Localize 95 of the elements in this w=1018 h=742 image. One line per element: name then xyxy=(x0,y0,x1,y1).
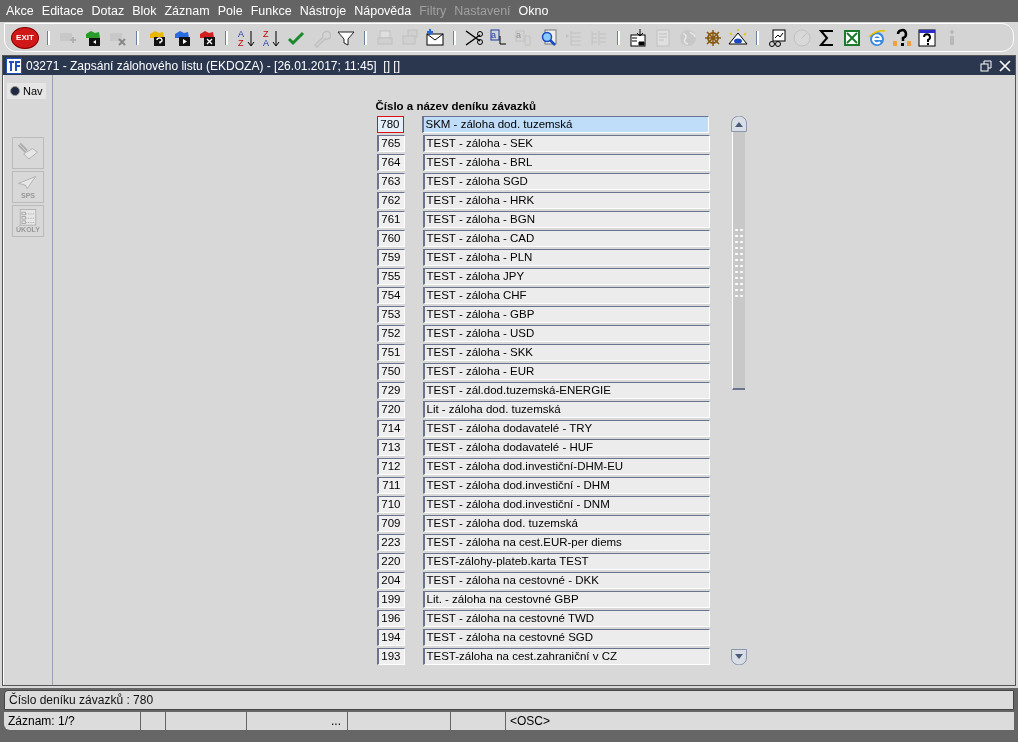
number-field[interactable]: 199 xyxy=(376,591,405,608)
window-title: 03271 - Zapsání zálohového listu (EKDOZA) - [26.01.2017; 11:45] [] [] xyxy=(26,58,400,73)
name-field[interactable]: SKM - záloha dod. tuzemská xyxy=(421,116,709,133)
number-field[interactable]: 709 xyxy=(376,515,405,532)
scrollbar[interactable] xyxy=(729,116,748,665)
name-field[interactable]: TEST - záloha - SKK xyxy=(422,344,710,361)
help-window-icon[interactable] xyxy=(917,27,937,48)
block-heading: Číslo a název deníku závazků xyxy=(375,100,537,112)
name-field[interactable]: TEST - záloha SGD xyxy=(422,173,710,190)
number-field[interactable]: 712 xyxy=(376,458,405,475)
scroll-thumb[interactable] xyxy=(734,227,744,297)
radio-button[interactable] xyxy=(10,86,20,96)
name-field[interactable]: TEST - záloha CHF xyxy=(422,287,710,304)
magnifier-icon[interactable] xyxy=(539,27,559,48)
number-field[interactable]: 193 xyxy=(376,648,405,665)
menu-item[interactable]: Záznam xyxy=(160,4,214,18)
name-field[interactable]: TEST - záloha - BRL xyxy=(422,154,710,171)
number-field[interactable]: 762 xyxy=(376,192,405,209)
number-field[interactable]: 755 xyxy=(376,268,405,285)
number-field[interactable]: 196 xyxy=(376,610,405,627)
name-field[interactable]: TEST - záloha dod.investiční - DNM xyxy=(422,496,710,513)
name-field[interactable]: Lit. - záloha na cestovné GBP xyxy=(422,591,710,608)
envelope-icon[interactable] xyxy=(425,27,445,48)
status-text: <OSC> xyxy=(510,714,551,728)
number-field[interactable]: 710 xyxy=(376,496,405,513)
menu-item[interactable]: Editace xyxy=(37,4,88,18)
name-field[interactable]: Lit - záloha dod. tuzemská xyxy=(422,401,710,418)
restore-icon[interactable] xyxy=(980,59,992,72)
menu-item[interactable]: Akce xyxy=(2,4,38,18)
number-field[interactable]: 204 xyxy=(376,572,405,589)
number-field[interactable]: 752 xyxy=(376,325,405,342)
number-field[interactable]: 750 xyxy=(376,363,405,380)
menu-item[interactable]: Dotaz xyxy=(87,4,129,18)
chart-glasses-icon[interactable] xyxy=(767,27,787,48)
name-field[interactable]: TEST - záloha dodavatelé - TRY xyxy=(422,420,710,437)
number-field[interactable]: 714 xyxy=(376,420,405,437)
menu-item[interactable]: Funkce xyxy=(246,4,296,18)
name-field[interactable]: TEST - záloha dodavatelé - HUF xyxy=(422,439,710,456)
ship-wheel-icon[interactable] xyxy=(703,27,723,48)
name-field[interactable]: TEST-zálohy-plateb.karta TEST xyxy=(422,553,710,570)
number-field[interactable]: 720 xyxy=(376,401,405,418)
number-field[interactable]: 759 xyxy=(376,249,405,266)
name-field[interactable]: TEST - záloha dod.investiční - DHM xyxy=(422,477,710,494)
status-text: ... xyxy=(331,714,341,728)
menu-item[interactable]: Nástroje xyxy=(295,4,351,18)
name-field[interactable]: TEST - záloha - USD xyxy=(422,325,710,342)
name-field[interactable]: TEST - zál.dod.tuzemská-ENERGIE xyxy=(422,382,710,399)
name-field[interactable]: TEST - záloha dod. tuzemská xyxy=(422,515,710,532)
name-field[interactable]: TEST - záloha - GBP xyxy=(422,306,710,323)
menu-item[interactable]: Blok xyxy=(128,4,161,18)
eye-icon[interactable] xyxy=(728,27,748,48)
name-field[interactable]: TEST - záloha dod.investiční-DHM-EU xyxy=(422,458,710,475)
name-field[interactable]: TEST - záloha - PLN xyxy=(422,249,710,266)
radio-label: Nav xyxy=(23,85,43,97)
number-field[interactable]: 711 xyxy=(376,477,405,494)
name-field[interactable]: TEST - záloha na cestovné - DKK xyxy=(422,572,710,589)
help-question-icon[interactable] xyxy=(892,27,912,48)
scroll-down-button[interactable] xyxy=(730,649,747,665)
status-message: Číslo deníku závazků : 780 xyxy=(9,693,154,707)
menu-item[interactable]: Nápověda xyxy=(350,4,416,18)
close-icon[interactable] xyxy=(999,59,1011,72)
name-field[interactable]: TEST - záloha - SEK xyxy=(422,135,710,152)
number-field[interactable]: 763 xyxy=(376,173,405,190)
name-field[interactable]: TEST - záloha JPY xyxy=(422,268,710,285)
name-field[interactable]: TEST - záloha - BGN xyxy=(422,211,710,228)
menu-item[interactable]: Pole xyxy=(213,4,247,18)
scissors-icon[interactable] xyxy=(464,27,484,48)
number-field[interactable]: 753 xyxy=(376,306,405,323)
number-field[interactable]: 713 xyxy=(376,439,405,456)
name-field[interactable]: TEST - záloha - HRK xyxy=(422,192,710,209)
number-field[interactable]: 194 xyxy=(376,629,405,646)
number-field[interactable]: 223 xyxy=(376,534,405,551)
number-field[interactable]: 729 xyxy=(376,382,405,399)
browser-e-icon[interactable] xyxy=(867,27,887,48)
menu-item[interactable]: Okno xyxy=(514,4,553,18)
number-field[interactable]: 780 xyxy=(376,116,404,133)
form-download-icon[interactable] xyxy=(628,27,648,48)
app-logo-icon xyxy=(6,57,22,74)
number-field[interactable]: 751 xyxy=(376,344,405,361)
name-field[interactable]: TEST - záloha na cestovné TWD xyxy=(422,610,710,627)
number-field[interactable]: 761 xyxy=(376,211,405,228)
number-field[interactable]: 764 xyxy=(376,154,405,171)
status-text: Záznam: 1/? xyxy=(8,714,75,728)
name-field[interactable]: TEST - záloha - EUR xyxy=(422,363,710,380)
name-field[interactable]: TEST - záloha - CAD xyxy=(422,230,710,247)
number-field[interactable]: 765 xyxy=(376,135,405,152)
scroll-up-button[interactable] xyxy=(730,116,747,132)
number-field[interactable]: 754 xyxy=(376,287,405,304)
number-field[interactable]: 760 xyxy=(376,230,405,247)
spreadsheet-icon[interactable] xyxy=(842,27,862,48)
name-field[interactable]: TEST-záloha na cest.zahraniční v CZ xyxy=(422,648,710,665)
number-field[interactable]: 220 xyxy=(376,553,405,570)
name-field[interactable]: TEST - záloha na cestovné SGD xyxy=(422,629,710,646)
exit-button[interactable]: EXIT xyxy=(11,26,39,49)
name-field[interactable]: TEST - záloha na cest.EUR-per diems xyxy=(422,534,710,551)
